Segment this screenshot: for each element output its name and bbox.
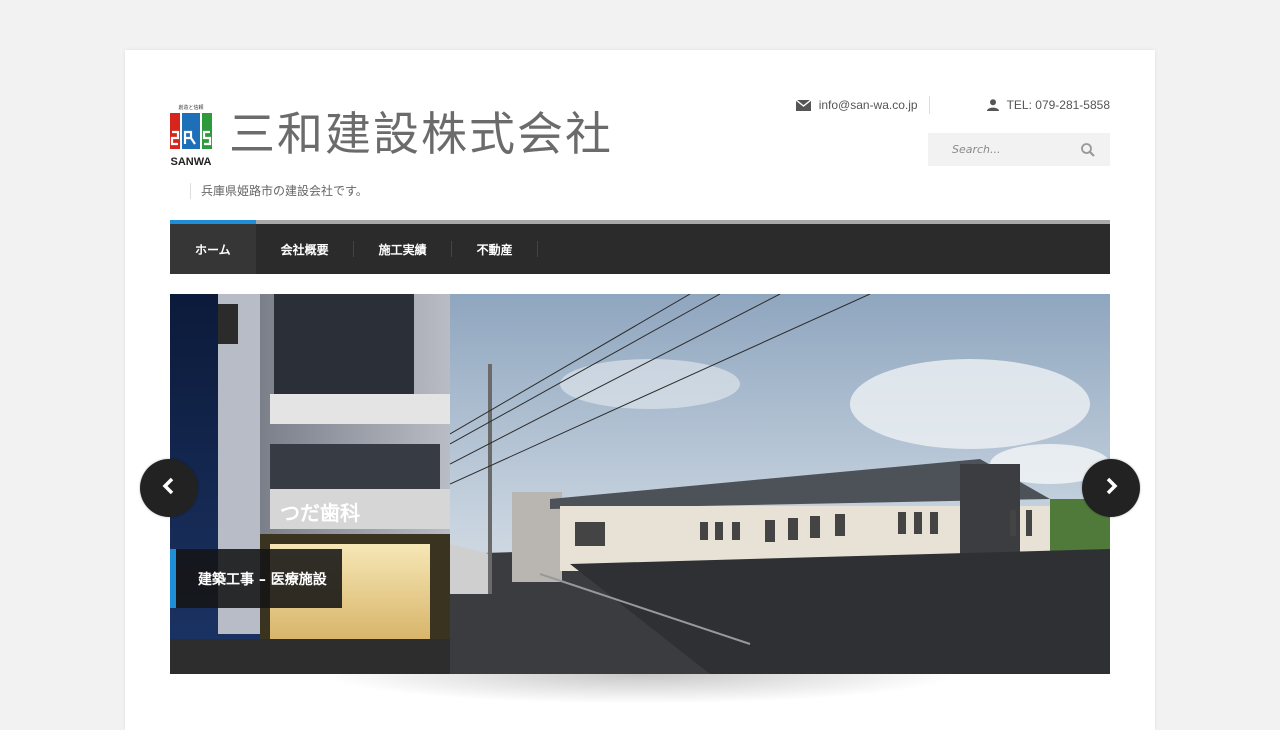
logo-small-text: SANWA bbox=[171, 156, 212, 168]
site-logo[interactable]: 創造と信頼 SANWA 三和建設株式会社 bbox=[170, 102, 630, 172]
slider-shadow bbox=[320, 674, 960, 704]
nav-item-label: 会社概要 bbox=[280, 242, 329, 257]
nav-item-label: ホーム bbox=[195, 242, 231, 257]
contact-phone-text: TEL: 079-281-5858 bbox=[1006, 98, 1110, 112]
hero-slider: つだ歯科 建築工事 – 医療施設 bbox=[170, 294, 1110, 674]
slide-photo-clinic-day bbox=[450, 294, 1110, 674]
slide-photo-clinic-night: つだ歯科 bbox=[170, 294, 450, 674]
nav-item-label: 不動産 bbox=[476, 242, 513, 257]
page-card: 創造と信頼 SANWA 三和建設株式会社 兵庫県姫路市の建設会社です。 info… bbox=[125, 50, 1155, 730]
search-box bbox=[928, 133, 1110, 166]
search-icon[interactable] bbox=[1080, 142, 1096, 158]
chevron-left-icon bbox=[162, 477, 176, 499]
contact-email-text: info@san-wa.co.jp bbox=[818, 98, 918, 112]
svg-text:創造と信頼: 創造と信頼 bbox=[178, 104, 203, 111]
contact-phone[interactable]: TEL: 079-281-5858 bbox=[986, 98, 1110, 112]
slide-caption: 建築工事 – 医療施設 bbox=[170, 549, 342, 608]
main-navigation: ホーム 会社概要 施工実績 不動産 bbox=[170, 220, 1110, 274]
nav-item-works[interactable]: 施工実績 bbox=[354, 224, 452, 274]
clinic-sign-text: つだ歯科 bbox=[280, 501, 360, 525]
nav-item-company[interactable]: 会社概要 bbox=[256, 224, 354, 274]
chevron-right-icon bbox=[1104, 477, 1118, 499]
company-name: 三和建設株式会社 bbox=[229, 107, 613, 161]
slider-next-button[interactable] bbox=[1082, 459, 1140, 517]
envelope-icon bbox=[795, 99, 811, 111]
site-tagline: 兵庫県姫路市の建設会社です。 bbox=[190, 183, 368, 199]
user-icon bbox=[986, 99, 999, 111]
nav-item-realestate[interactable]: 不動産 bbox=[452, 224, 538, 274]
slider-prev-button[interactable] bbox=[140, 459, 198, 517]
header-contacts: info@san-wa.co.jp TEL: 079-281-5858 bbox=[795, 95, 1110, 115]
contact-email[interactable]: info@san-wa.co.jp bbox=[795, 98, 918, 112]
nav-item-home[interactable]: ホーム bbox=[170, 220, 256, 274]
nav-item-label: 施工実績 bbox=[378, 242, 427, 257]
contact-divider bbox=[928, 96, 930, 114]
sanwa-logo-mark: 創造と信頼 SANWA bbox=[170, 102, 212, 168]
search-input[interactable] bbox=[928, 133, 1078, 166]
